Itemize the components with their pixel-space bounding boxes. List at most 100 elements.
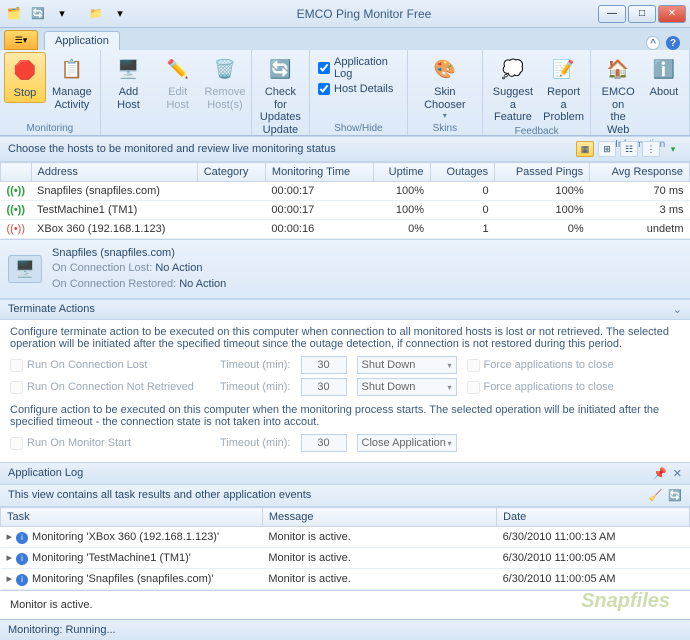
minimize-button[interactable]: — bbox=[598, 5, 626, 23]
chevron-down-icon: ▾ bbox=[443, 111, 447, 120]
suggest-feature-button[interactable]: 💭 Suggest a Feature bbox=[487, 52, 539, 126]
stop-button[interactable]: 🛑 Stop bbox=[4, 52, 46, 103]
col-address[interactable]: Address bbox=[31, 163, 197, 182]
chevron-down-icon: ▾ bbox=[447, 383, 451, 392]
grid-caption: Choose the hosts to be monitored and rev… bbox=[8, 143, 336, 155]
statusbar: Monitoring: Running... bbox=[0, 619, 690, 640]
about-icon: ℹ️ bbox=[649, 54, 679, 84]
run-on-start-checkbox[interactable]: Run On Monitor Start bbox=[10, 437, 210, 450]
view-button-3[interactable]: ☷ bbox=[620, 141, 638, 157]
emco-web-label: EMCO on the Web bbox=[599, 86, 637, 137]
group-skins-label: Skins bbox=[412, 123, 478, 135]
run-on-lost-checkbox[interactable]: Run On Connection Lost bbox=[10, 359, 210, 372]
grid-caption-bar: Choose the hosts to be monitored and rev… bbox=[0, 136, 690, 162]
col-task[interactable]: Task bbox=[1, 508, 263, 527]
log-grid: Task Message Date ▸iMonitoring 'XBox 360… bbox=[0, 507, 690, 590]
action-start-select[interactable]: Close Application▾ bbox=[357, 434, 457, 452]
terminate-actions-header[interactable]: Terminate Actions ⌄ bbox=[0, 299, 690, 320]
view-button-2[interactable]: ⊞ bbox=[598, 141, 616, 157]
col-avg-response[interactable]: Avg Response bbox=[590, 163, 690, 182]
qat-icon-3[interactable]: 📁 bbox=[86, 4, 106, 24]
window-title: EMCO Ping Monitor Free bbox=[130, 7, 598, 21]
view-button-1[interactable]: ▦ bbox=[576, 141, 594, 157]
force-close-nr-checkbox[interactable]: Force applications to close bbox=[467, 381, 667, 394]
list-item[interactable]: ▸iMonitoring 'XBox 360 (192.168.1.123)' … bbox=[1, 527, 690, 548]
stop-icon: 🛑 bbox=[10, 55, 40, 85]
view-button-4[interactable]: ⋮ bbox=[642, 141, 660, 157]
help-icon[interactable]: ? bbox=[666, 36, 680, 50]
col-outages[interactable]: Outages bbox=[430, 163, 495, 182]
add-host-button[interactable]: 🖥️ Add Host bbox=[105, 52, 152, 113]
table-row[interactable]: ((•)) Snapfiles (snapfiles.com) 00:00:17… bbox=[1, 182, 690, 201]
check-updates-button[interactable]: 🔄 Check for Updates Update bbox=[256, 52, 305, 139]
statusbar-text: Monitoring: Running... bbox=[8, 624, 116, 636]
app-log-checkbox[interactable]: Application Log bbox=[318, 56, 399, 80]
pin-icon[interactable]: 📌 bbox=[653, 467, 667, 480]
add-host-icon: 🖥️ bbox=[113, 54, 143, 84]
status-message-box: Monitor is active. Snapfiles bbox=[0, 590, 690, 619]
qat-dropdown-icon-2[interactable]: ▾ bbox=[110, 4, 130, 24]
file-menu-button[interactable]: ☰▾ bbox=[4, 30, 38, 50]
report-problem-button[interactable]: 📝 Report a Problem bbox=[541, 52, 586, 126]
host-details-checkbox[interactable]: Host Details bbox=[318, 83, 399, 95]
table-row[interactable]: ((•)) TestMachine1 (TM1) 00:00:17100% 01… bbox=[1, 201, 690, 220]
emco-web-button[interactable]: 🏠 EMCO on the Web bbox=[595, 52, 641, 139]
edit-host-icon: ✏️ bbox=[163, 54, 193, 84]
remove-host-button[interactable]: 🗑️ Remove Host(s) bbox=[203, 52, 247, 113]
add-host-label: Add Host bbox=[109, 86, 148, 111]
close-log-icon[interactable]: ✕ bbox=[673, 467, 682, 480]
expander-icon[interactable]: ▸ bbox=[7, 552, 13, 564]
col-monitoring-time[interactable]: Monitoring Time bbox=[265, 163, 373, 182]
manage-activity-button[interactable]: 📋 Manage Activity bbox=[48, 52, 96, 113]
col-passed-pings[interactable]: Passed Pings bbox=[495, 163, 590, 182]
qat-dropdown-icon[interactable]: ▾ bbox=[52, 4, 72, 24]
terminate-config-panel: Configure terminate action to be execute… bbox=[0, 320, 690, 463]
list-item[interactable]: ▸iMonitoring 'TestMachine1 (TM1)' Monito… bbox=[1, 548, 690, 569]
col-date[interactable]: Date bbox=[497, 508, 690, 527]
edit-host-button[interactable]: ✏️ Edit Host bbox=[154, 52, 201, 113]
list-item[interactable]: ▸iMonitoring 'Snapfiles (snapfiles.com)'… bbox=[1, 569, 690, 590]
col-category[interactable]: Category bbox=[197, 163, 265, 182]
chevron-down-icon: ▾ bbox=[447, 361, 451, 370]
timeout-nr-spinner[interactable]: 30 bbox=[301, 378, 347, 396]
col-message[interactable]: Message bbox=[262, 508, 496, 527]
remove-host-icon: 🗑️ bbox=[210, 54, 240, 84]
qat-icon-1[interactable]: 🗂️ bbox=[4, 4, 24, 24]
ribbon: 🛑 Stop 📋 Manage Activity Monitoring 🖥️ A… bbox=[0, 50, 690, 136]
group-feedback-label: Feedback bbox=[487, 126, 586, 138]
stop-label: Stop bbox=[14, 87, 37, 100]
app-log-title: Application Log bbox=[8, 467, 83, 480]
signal-icon: ((•)) bbox=[7, 204, 26, 216]
col-uptime[interactable]: Uptime bbox=[373, 163, 430, 182]
expander-icon[interactable]: ▸ bbox=[7, 573, 13, 585]
host-detail-icon: 🖥️ bbox=[8, 255, 42, 283]
expander-icon[interactable]: ▸ bbox=[7, 531, 13, 543]
refresh-icon[interactable]: 🔄 bbox=[668, 489, 682, 502]
terminate-desc: Configure terminate action to be execute… bbox=[10, 326, 680, 350]
maximize-button[interactable]: □ bbox=[628, 5, 656, 23]
action-lost-select[interactable]: Shut Down▾ bbox=[357, 356, 457, 374]
skin-chooser-button[interactable]: 🎨 Skin Chooser ▾ bbox=[412, 52, 478, 122]
report-label: Report a Problem bbox=[543, 86, 584, 124]
close-button[interactable]: ✕ bbox=[658, 5, 686, 23]
edit-host-label: Edit Host bbox=[158, 86, 197, 111]
qat-icon-2[interactable]: 🔄 bbox=[28, 4, 48, 24]
suggest-icon: 💭 bbox=[498, 54, 528, 84]
tab-application[interactable]: Application bbox=[44, 31, 120, 50]
timeout-start-spinner[interactable]: 30 bbox=[301, 434, 347, 452]
eraser-icon[interactable]: 🧹 bbox=[649, 489, 663, 502]
action-nr-select[interactable]: Shut Down▾ bbox=[357, 378, 457, 396]
run-on-nr-checkbox[interactable]: Run On Connection Not Retrieved bbox=[10, 381, 210, 394]
filter-dropdown-icon[interactable]: ▾ bbox=[664, 141, 682, 157]
table-row[interactable]: ((•)) XBox 360 (192.168.1.123) 00:00:160… bbox=[1, 220, 690, 239]
update-icon: 🔄 bbox=[265, 54, 295, 84]
info-icon: i bbox=[16, 553, 28, 565]
minimize-ribbon-icon[interactable]: ^ bbox=[646, 36, 660, 50]
timeout-lost-spinner[interactable]: 30 bbox=[301, 356, 347, 374]
about-label: About bbox=[650, 86, 679, 99]
ribbon-tabstrip: ☰▾ Application ^ ? bbox=[0, 28, 690, 50]
suggest-label: Suggest a Feature bbox=[491, 86, 535, 124]
chevron-down-icon: ▾ bbox=[447, 439, 451, 448]
about-button[interactable]: ℹ️ About bbox=[643, 52, 685, 101]
force-close-lost-checkbox[interactable]: Force applications to close bbox=[467, 359, 667, 372]
